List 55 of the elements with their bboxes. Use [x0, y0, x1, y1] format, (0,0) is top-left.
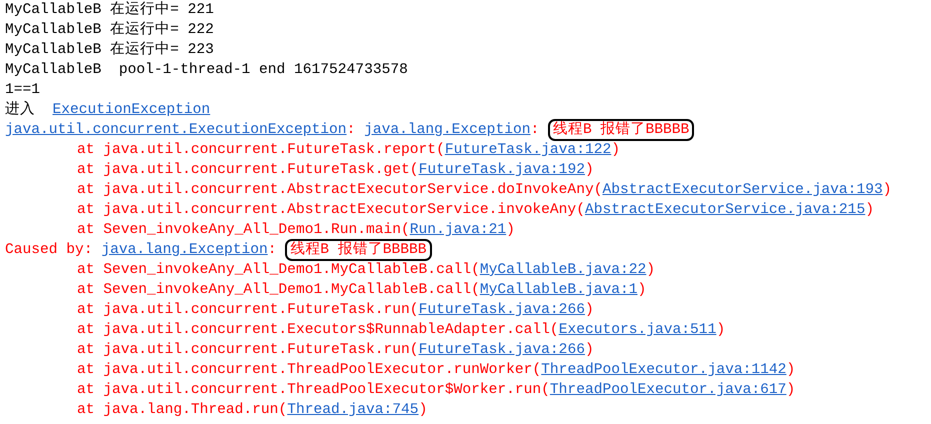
stack-trace-text: at java.util.concurrent.FutureTask.run(	[77, 342, 419, 358]
stack-trace-text: )	[882, 182, 892, 198]
console-text: 1==1	[5, 82, 40, 98]
source-link[interactable]: java.util.concurrent.ExecutionException	[5, 122, 347, 138]
source-link[interactable]: FutureTask.java:266	[418, 302, 585, 318]
stack-trace-text: :	[346, 122, 356, 138]
stack-trace-text: at Seven_invokeAny_All_Demo1.Run.main(	[77, 222, 410, 238]
source-link[interactable]: ThreadPoolExecutor.java:617	[550, 382, 786, 398]
console-text: MyCallableB pool-1-thread-1 end 1617524733578	[5, 62, 408, 78]
stack-trace-text: )	[584, 302, 594, 318]
stack-trace-text: )	[611, 142, 620, 158]
console-text: 进入	[5, 102, 36, 118]
stack-trace-text: )	[786, 362, 796, 378]
stack-trace-text: )	[584, 342, 594, 358]
stack-trace-text: Caused by:	[5, 242, 94, 258]
source-link[interactable]: ExecutionException	[52, 102, 210, 118]
stack-trace-text: at Seven_invokeAny_All_Demo1.MyCallableB.call(	[77, 262, 480, 278]
stack-trace-text: at java.util.concurrent.AbstractExecutorService.invokeAny(	[77, 202, 585, 218]
stack-trace-text: at java.util.concurrent.ThreadPoolExecutor$Worker.run(	[77, 382, 550, 398]
stack-trace-text: )	[865, 202, 874, 218]
source-link[interactable]: java.lang.Exception	[364, 122, 530, 138]
stack-trace-text: )	[506, 222, 515, 238]
console-text: MyCallableB 在运行中= 223	[5, 42, 214, 58]
stack-trace-text: at java.util.concurrent.AbstractExecutorService.doInvokeAny(	[77, 182, 602, 198]
stack-trace-text: )	[584, 162, 594, 178]
stack-trace-text: at java.lang.Thread.run(	[77, 402, 288, 418]
stack-trace-text: )	[716, 322, 726, 338]
source-link[interactable]: MyCallableB.java:22	[480, 262, 646, 278]
stack-trace-text: )	[418, 402, 428, 418]
source-link[interactable]: AbstractExecutorService.java:215	[584, 202, 866, 218]
source-link[interactable]: Run.java:21	[410, 222, 506, 238]
stack-trace-text: at java.util.concurrent.FutureTask.run(	[77, 302, 419, 318]
circled-message: 线程B 报错了BBBBB	[285, 239, 432, 261]
source-link[interactable]: FutureTask.java:192	[418, 162, 585, 178]
stack-trace-text: at java.util.concurrent.ThreadPoolExecutor.runWorker(	[77, 362, 542, 378]
stack-trace-text: at java.util.concurrent.FutureTask.report(	[77, 142, 445, 158]
stack-trace-text: :	[268, 242, 278, 258]
source-link[interactable]: MyCallableB.java:1	[480, 282, 638, 298]
console-text: MyCallableB 在运行中= 222	[5, 22, 214, 38]
source-link[interactable]: Executors.java:511	[558, 322, 716, 338]
stack-trace-text: :	[530, 122, 540, 138]
stack-trace-text: at java.util.concurrent.Executors$RunnableAdapter.call(	[77, 322, 559, 338]
console-text: MyCallableB 在运行中= 221	[5, 2, 214, 18]
stack-trace-text: at Seven_invokeAny_All_Demo1.MyCallableB.call(	[77, 282, 480, 298]
source-link[interactable]: java.lang.Exception	[101, 242, 268, 258]
source-link[interactable]: ThreadPoolExecutor.java:1142	[541, 362, 786, 378]
stack-trace-text: )	[638, 282, 646, 298]
source-link[interactable]: Thread.java:745	[287, 402, 419, 418]
source-link[interactable]: FutureTask.java:122	[444, 142, 612, 158]
stack-trace-text: at java.util.concurrent.FutureTask.get(	[77, 162, 419, 178]
source-link[interactable]: AbstractExecutorService.java:193	[602, 182, 883, 198]
source-link[interactable]: FutureTask.java:266	[418, 342, 585, 358]
stack-trace-text: )	[646, 262, 656, 278]
circled-message: 线程B 报错了BBBBB	[548, 119, 694, 141]
stack-trace-text: )	[786, 382, 796, 398]
